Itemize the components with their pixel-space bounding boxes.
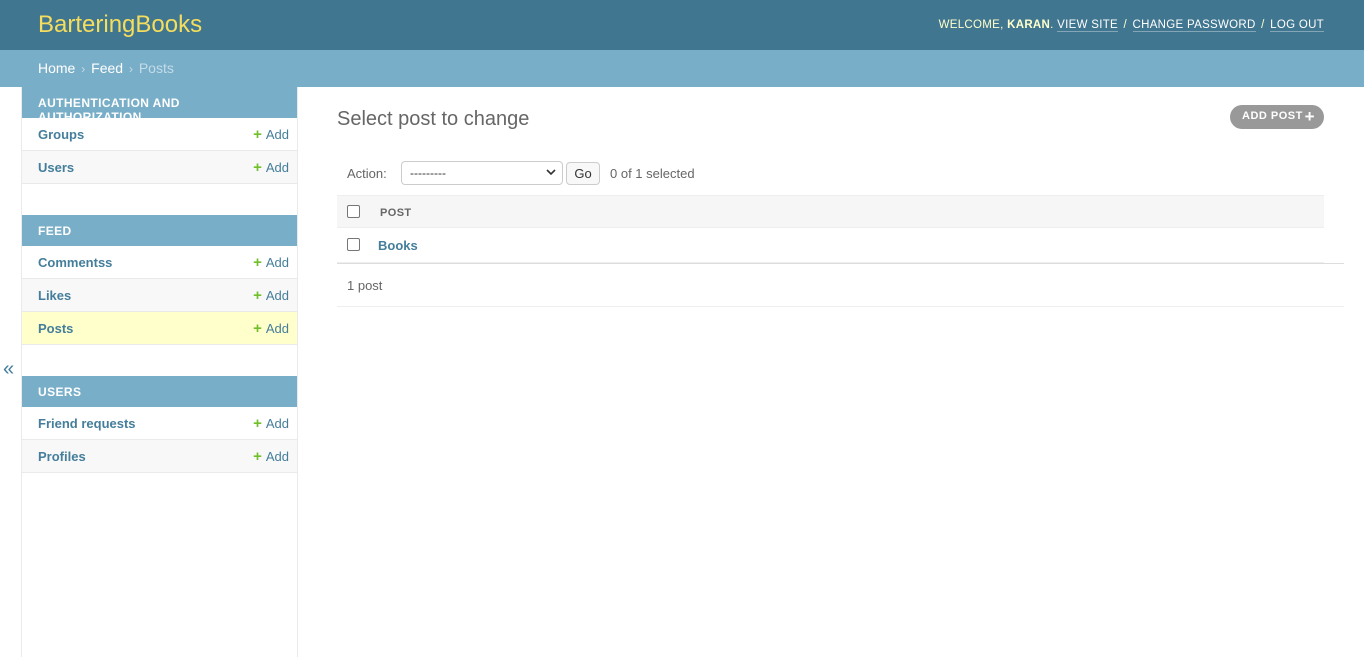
module-caption[interactable]: AUTHENTICATION AND AUTHORIZATION [22,87,297,124]
user-tools-separator: / [1261,19,1265,31]
site-brand-link[interactable]: BarteringBooks [38,11,202,39]
add-link-label: Add [265,255,289,270]
module-caption[interactable]: USERS [22,376,297,407]
plus-icon: + [253,254,262,271]
add-link-label: Add [265,321,289,336]
toggle-sidebar-button[interactable]: « [0,87,20,657]
paginator: 1 post [337,263,1344,307]
action-select-value: --------- [410,166,446,180]
column-header-post[interactable]: POST [380,207,412,219]
sidebar-item-label[interactable]: Profiles [38,449,86,464]
plus-icon: + [253,320,262,337]
sidebar-item-profiles: Profiles + Add [22,440,297,473]
plus-icon: + [253,126,262,143]
breadcrumb-feed-link[interactable]: Feed [91,60,123,76]
app-module-auth: AUTHENTICATION AND AUTHORIZATION Groups … [22,87,297,184]
plus-icon: + [253,448,262,465]
sidebar-item-label[interactable]: Commentss [38,255,112,270]
add-link-label: Add [265,127,289,142]
sidebar-item-groups: Groups + Add [22,118,297,151]
user-tools: WELCOME, KARAN. VIEW SITE / CHANGE PASSW… [939,18,1324,32]
breadcrumb-separator: › [128,62,133,76]
app-module-feed: FEED Commentss + Add Likes + Add Posts + Ad… [22,215,297,345]
add-link-label: Add [265,160,289,175]
nav-sidebar: AUTHENTICATION AND AUTHORIZATION Groups … [21,87,298,657]
table-row: Books [337,228,1324,263]
row-checkbox[interactable] [347,238,360,251]
result-table: POST Books [337,195,1324,263]
sidebar-item-posts: Posts + Add [22,312,297,345]
change-password-link[interactable]: CHANGE PASSWORD [1132,19,1256,32]
sidebar-add-link[interactable]: + Add [253,321,289,336]
plus-icon: + [253,287,262,304]
sidebar-item-label[interactable]: Friend requests [38,416,136,431]
sidebar-add-link[interactable]: + Add [253,160,289,175]
row-link[interactable]: Books [378,238,418,253]
page-title: Select post to change [337,108,530,130]
plus-icon: + [1304,107,1315,126]
sidebar-add-link[interactable]: + Add [253,127,289,142]
add-link-label: Add [265,288,289,303]
action-label: Action: [347,166,387,181]
plus-icon: + [253,159,262,176]
sidebar-item-likes: Likes + Add [22,279,297,312]
sidebar-item-label[interactable]: Users [38,160,74,175]
action-select[interactable]: --------- [401,161,563,185]
double-chevron-left-icon: « [3,358,15,380]
user-tools-separator: / [1123,19,1127,31]
welcome-text: WELCOME, [938,19,1004,31]
sidebar-add-link[interactable]: + Add [253,255,289,270]
select-all-checkbox[interactable] [347,205,360,218]
breadcrumb-current: Posts [138,60,174,76]
add-link-label: Add [265,449,289,464]
add-post-button[interactable]: ADD POST + [1230,105,1324,129]
breadcrumb: Home › Feed › Posts [0,50,1364,87]
sidebar-add-link[interactable]: + Add [253,416,289,431]
view-site-link[interactable]: VIEW SITE [1057,19,1118,32]
sidebar-item-label[interactable]: Groups [38,127,84,142]
chevron-down-icon [546,169,556,176]
welcome-suffix: . [1050,19,1054,31]
module-caption[interactable]: FEED [22,215,297,246]
log-out-link[interactable]: LOG OUT [1270,19,1324,32]
sidebar-item-label[interactable]: Likes [38,288,71,303]
site-header: BarteringBooks WELCOME, KARAN. VIEW SITE… [0,0,1364,50]
action-counter: 0 of 1 selected [610,166,695,181]
sidebar-item-commentss: Commentss + Add [22,246,297,279]
add-post-label: ADD POST [1242,110,1303,122]
app-module-users: USERS Friend requests + Add Profiles + Add [22,376,297,473]
sidebar-add-link[interactable]: + Add [253,288,289,303]
breadcrumb-separator: › [81,62,86,76]
sidebar-item-label[interactable]: Posts [38,321,73,336]
breadcrumb-home-link[interactable]: Home [38,60,75,76]
sidebar-item-friend-requests: Friend requests + Add [22,407,297,440]
plus-icon: + [253,415,262,432]
sidebar-add-link[interactable]: + Add [253,449,289,464]
sidebar-item-users: Users + Add [22,151,297,184]
table-header-row: POST [337,195,1324,228]
go-button[interactable]: Go [566,162,600,185]
actions-bar: Action: --------- Go 0 of 1 selected [337,158,1324,188]
username: KARAN [1007,19,1051,31]
add-link-label: Add [265,416,289,431]
